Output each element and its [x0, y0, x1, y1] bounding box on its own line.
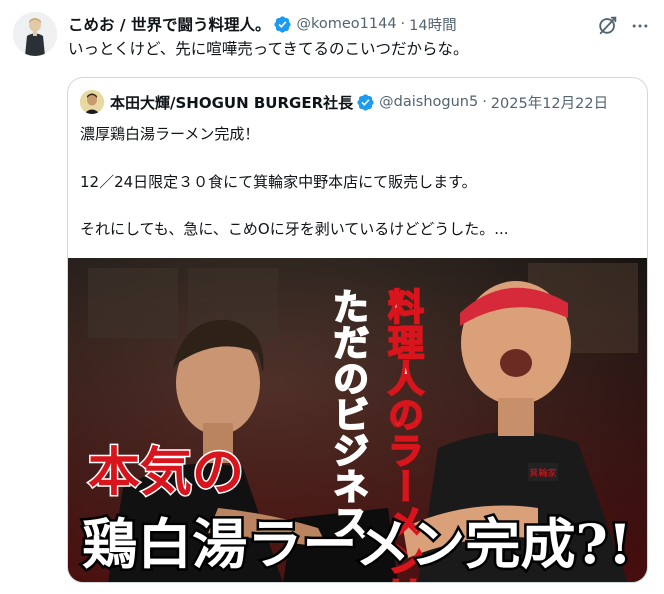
grok-icon[interactable]: [596, 13, 620, 37]
quoted-verified-badge-icon: [356, 93, 375, 112]
quoted-author-name[interactable]: 本田大輝/SHOGUN BURGER社長: [110, 92, 353, 113]
video-thumbnail[interactable]: 箕輪家 料理人のラーメンは ただのビジネス 本気の 鶏白湯ラーメン完成?!: [68, 258, 647, 582]
quoted-timestamp[interactable]: 2025年12月22日: [491, 92, 608, 113]
more-options-icon[interactable]: [628, 14, 652, 38]
timestamp[interactable]: 14時間: [409, 14, 456, 35]
quoted-tweet-header: 本田大輝/SHOGUN BURGER社長 @daishogun5 · 2025年…: [80, 90, 608, 114]
quoted-text-line-1: 濃厚鶏白湯ラーメン完成！: [80, 125, 260, 143]
quoted-author-handle[interactable]: @daishogun5: [379, 94, 478, 110]
headline-bottom: 鶏白湯ラーメン完成?!: [82, 512, 632, 576]
author-avatar[interactable]: [13, 12, 57, 56]
quoted-separator-dot: ·: [482, 94, 487, 110]
quoted-text-line-3: それにしても、急に、こめOに牙を剥いているけどどうした。...: [80, 220, 509, 238]
tweet-text: いっとくけど、先に喧嘩売ってきてるのこいつだからな。: [68, 40, 469, 58]
author-handle[interactable]: @komeo1144: [296, 16, 396, 32]
separator-dot: ·: [400, 16, 406, 32]
quoted-tweet-card[interactable]: 本田大輝/SHOGUN BURGER社長 @daishogun5 · 2025年…: [67, 77, 648, 583]
author-name[interactable]: こめお / 世界で闘う料理人。: [68, 13, 270, 35]
tweet-header: こめお / 世界で闘う料理人。 @komeo1144 · 14時間: [68, 13, 608, 35]
vertical-caption-2: ただのビジネス: [327, 288, 369, 540]
quoted-text-line-2: 12／24日限定３０食にて箕輪家中野本店にて販売します。: [80, 173, 477, 191]
quoted-author-avatar[interactable]: [80, 90, 104, 114]
headline-top: 本気の: [88, 442, 244, 503]
shirt-logo: 箕輪家: [529, 467, 556, 479]
verified-badge-icon: [273, 15, 292, 34]
